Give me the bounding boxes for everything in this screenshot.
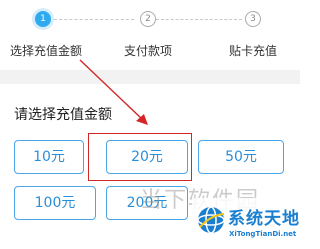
section-divider bbox=[0, 70, 300, 84]
step-1-indicator: 1 bbox=[35, 11, 51, 27]
watermark-logo-url: XiTongTianDi.net bbox=[229, 230, 297, 238]
amount-option-100[interactable]: 100元 bbox=[14, 186, 96, 220]
step-2-label: 支付款项 bbox=[123, 44, 173, 58]
step-1-label: 选择充值金额 bbox=[9, 44, 83, 58]
step-2-indicator: 2 bbox=[140, 11, 156, 27]
amount-option-10[interactable]: 10元 bbox=[14, 140, 84, 174]
step-progress-bar: 1 2 3 选择充值金额 支付款项 贴卡充值 bbox=[0, 0, 300, 70]
globe-icon bbox=[197, 206, 225, 234]
step-connector bbox=[54, 19, 134, 20]
amount-option-50[interactable]: 50元 bbox=[198, 140, 284, 174]
step-3-indicator: 3 bbox=[245, 11, 261, 27]
section-title: 请选择充值金额 bbox=[14, 107, 112, 123]
amount-option-20[interactable]: 20元 bbox=[106, 140, 188, 174]
step-connector bbox=[156, 19, 242, 20]
watermark-logo-text: 系统天地 bbox=[228, 209, 300, 229]
step-3-label: 贴卡充值 bbox=[228, 44, 278, 58]
